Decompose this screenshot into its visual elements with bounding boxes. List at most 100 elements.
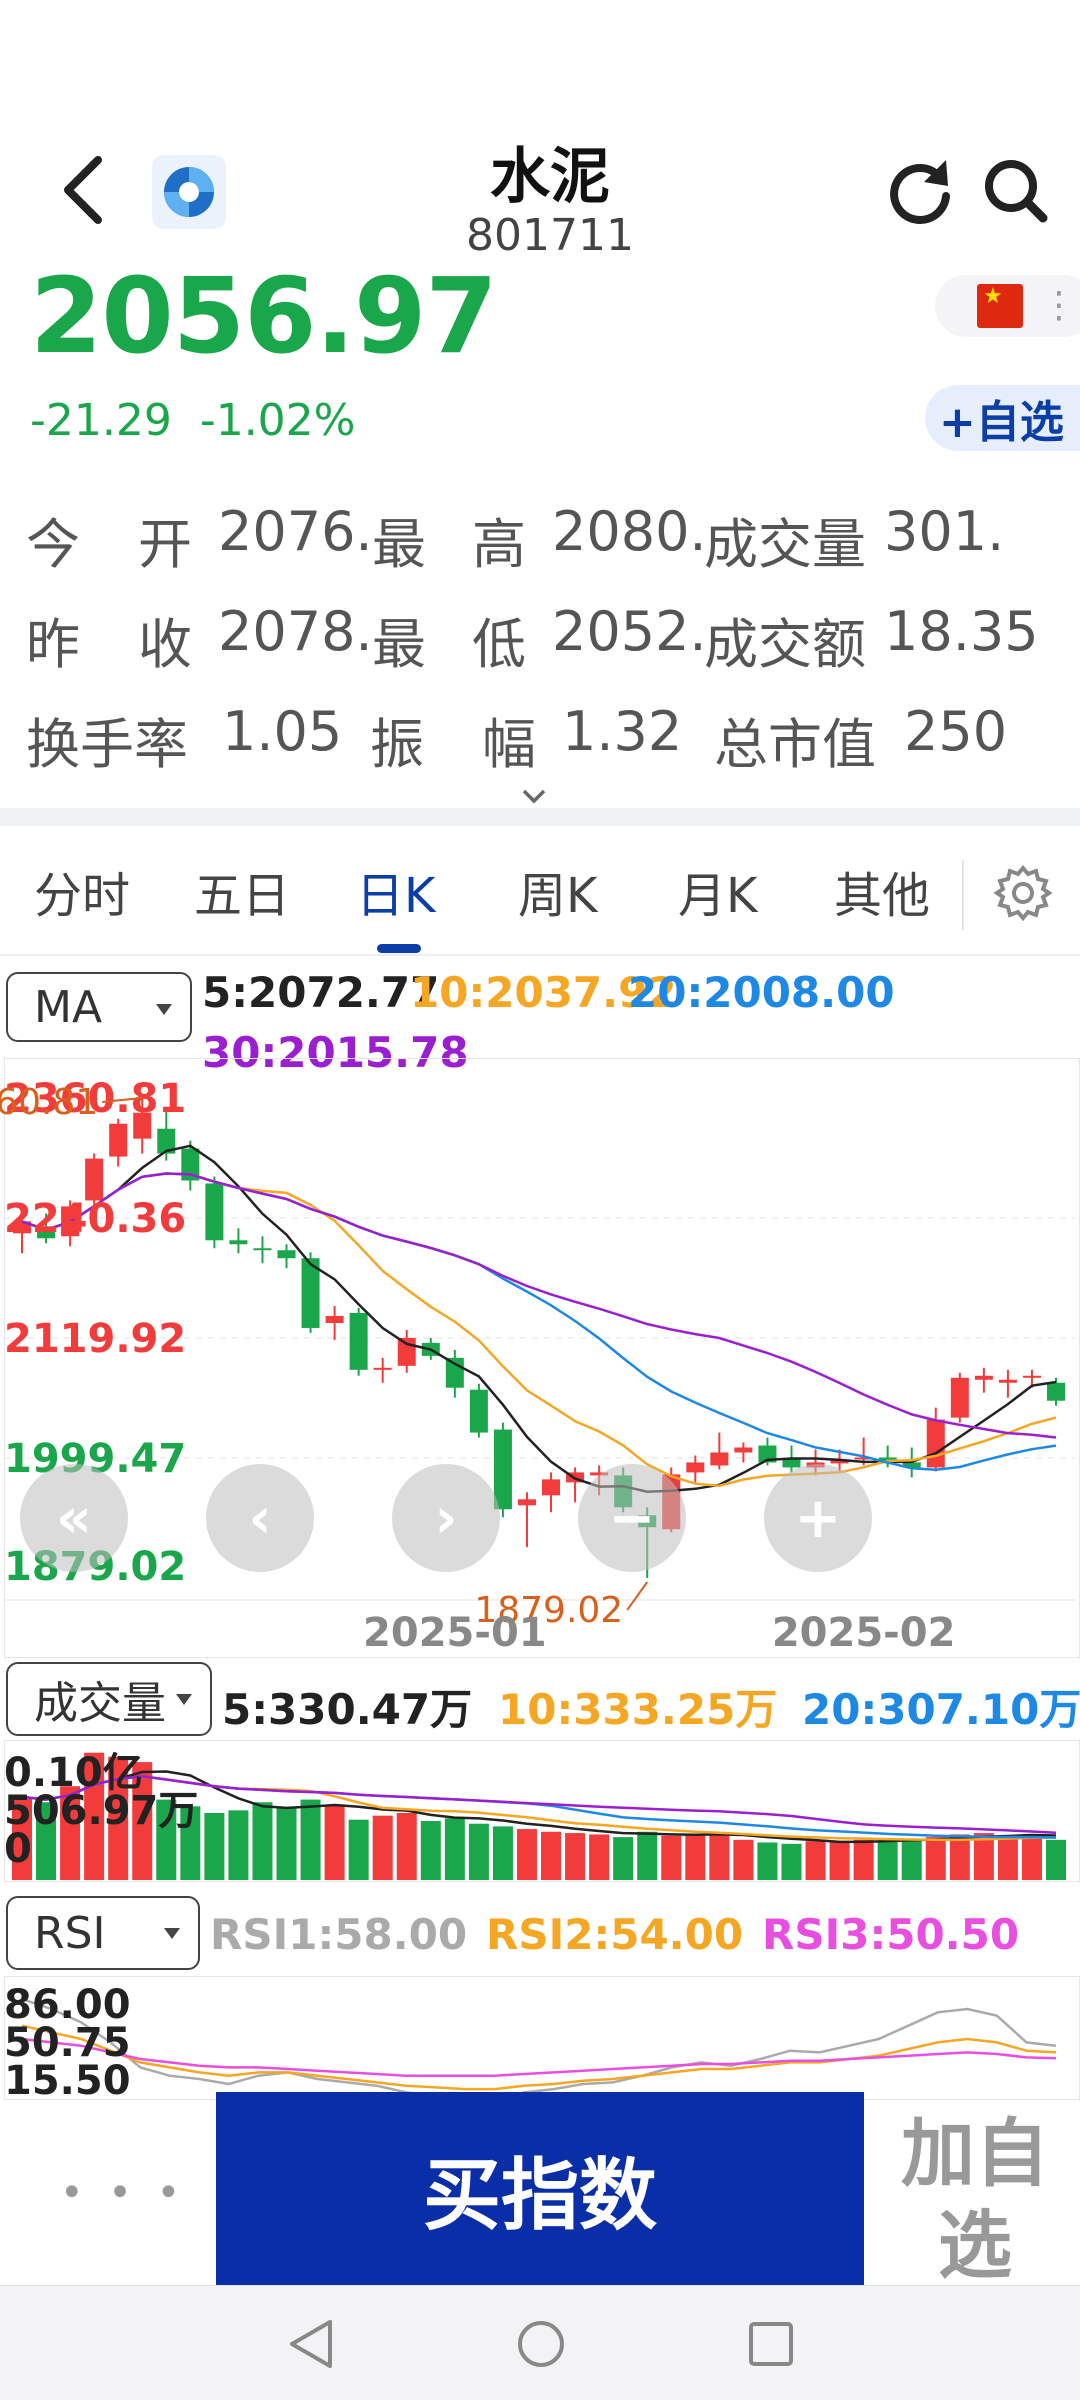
search-button[interactable]	[975, 150, 1055, 230]
more-button[interactable]: • • •	[60, 2170, 186, 2216]
stat-value: 2078.	[218, 600, 373, 663]
section-divider	[0, 808, 1080, 826]
add-favorite-button[interactable]: 加自选	[890, 2108, 1060, 2292]
minus-icon: −	[608, 1485, 656, 1551]
candle-body	[397, 1337, 416, 1366]
volume-bar	[541, 1831, 562, 1880]
volume-indicator-select[interactable]: 成交量	[6, 1662, 212, 1736]
volume-bar	[516, 1829, 537, 1880]
tab-yuek[interactable]: 月K	[678, 856, 757, 926]
volume-bar	[853, 1839, 874, 1880]
caret-down-icon	[156, 1004, 172, 1015]
tab-wuri[interactable]: 五日	[194, 856, 290, 926]
candle-body	[325, 1315, 344, 1323]
period-tabs: 分时 五日 日K 周K 月K 其他	[0, 826, 1080, 956]
rsi-select-label: RSI	[34, 1907, 106, 1959]
ma-select-label: MA	[34, 981, 103, 1033]
stat-key: 成交量	[704, 513, 866, 570]
stat-key: 总市值	[714, 713, 876, 770]
ma-indicator-select[interactable]: MA	[6, 972, 192, 1042]
volume-bar	[300, 1799, 321, 1880]
china-flag-icon	[977, 284, 1023, 328]
kline-chart[interactable]: 2360.812240.362119.921999.471879.022360.…	[0, 1058, 1080, 1658]
rsi2-label: RSI2:54.00	[486, 1910, 744, 1959]
stat-key: 最	[372, 613, 426, 670]
market-menu[interactable]: ⋮	[935, 275, 1080, 337]
stats-row-turnover: 换手率 1.05 振 幅 1.32 总市值 250	[26, 700, 1080, 770]
change-value: -21.29	[30, 395, 172, 446]
add-favorite-pill[interactable]: +自选	[925, 385, 1080, 451]
price-change: -21.29 -1.02%	[30, 395, 355, 446]
volume-bar	[637, 1831, 658, 1880]
volume-bar	[420, 1821, 441, 1880]
tab-rik[interactable]: 日K	[356, 856, 435, 926]
volume-chart[interactable]: 0.10亿506.97万0	[0, 1740, 1080, 1882]
volume-bar	[949, 1834, 970, 1880]
nav-home-icon[interactable]	[516, 2318, 566, 2370]
tab-qita[interactable]: 其他	[834, 856, 930, 926]
volume-bar	[733, 1839, 754, 1880]
candle-body	[1022, 1375, 1041, 1378]
tab-fenshi[interactable]: 分时	[34, 856, 130, 926]
zoom-in-button[interactable]: +	[764, 1464, 872, 1572]
volume-bar	[1046, 1839, 1066, 1880]
x-tick-label: 2025-02	[772, 1610, 956, 1656]
zoom-out-button[interactable]: −	[578, 1464, 686, 1572]
volume-bar	[781, 1843, 802, 1880]
page-title: 水泥	[490, 142, 610, 212]
volume-bar	[925, 1837, 946, 1880]
stat-value: 2076.	[218, 500, 373, 563]
nav-back-icon[interactable]	[286, 2318, 336, 2370]
kebab-icon: ⋮	[1041, 285, 1077, 326]
stat-value: 2080.	[552, 500, 707, 563]
stat-key: 最	[372, 513, 426, 570]
stat-key: 昨	[26, 613, 80, 670]
candle-body	[686, 1462, 705, 1473]
nav-recent-icon[interactable]	[746, 2318, 796, 2370]
chart-settings-button[interactable]	[992, 862, 1054, 924]
volume-bar	[204, 1813, 225, 1880]
scroll-right-button[interactable]: ›	[392, 1464, 500, 1572]
candle-body	[445, 1357, 464, 1388]
stats-row-close: 昨 收 2078. 最 低 2052. 成交额 18.35	[26, 600, 1080, 670]
candle-body	[373, 1367, 392, 1370]
stat-key: 成交额	[704, 613, 866, 670]
y-tick-label: 2119.92	[4, 1316, 186, 1362]
volume-bar	[685, 1834, 706, 1880]
vol-y-tick-label: 506.97万	[4, 1788, 198, 1834]
stat-value: 1.32	[562, 700, 683, 763]
volume-bar	[276, 1807, 297, 1880]
double-left-icon: «	[55, 1485, 93, 1551]
volume-bar	[1021, 1834, 1042, 1880]
rsi3-line	[21, 2037, 1057, 2077]
back-button[interactable]	[50, 150, 120, 230]
candle-body	[469, 1389, 488, 1433]
y-tick-label: 2240.36	[4, 1196, 186, 1242]
index-logo	[152, 155, 226, 229]
stat-value: 1.05	[222, 700, 343, 763]
refresh-button[interactable]	[880, 150, 960, 230]
tab-zhouk[interactable]: 周K	[518, 856, 597, 926]
gear-icon	[993, 864, 1053, 922]
volume-bar	[805, 1841, 826, 1880]
tab-separator	[962, 860, 964, 930]
buy-index-button[interactable]: 买指数	[216, 2092, 864, 2285]
candle-body	[974, 1375, 993, 1380]
stat-key: 振	[370, 713, 424, 770]
volume-bar	[877, 1838, 898, 1880]
candle-body	[253, 1248, 272, 1251]
ma20-label: 20:2008.00	[628, 968, 895, 1017]
volume-bar	[901, 1839, 922, 1880]
volume-bar	[228, 1810, 249, 1880]
x-tick-label: 2025-01	[363, 1610, 547, 1656]
candle-body	[229, 1240, 248, 1245]
rsi-chart[interactable]: 86.0050.7515.50	[0, 1976, 1080, 2100]
vol-y-tick-label: 0	[4, 1826, 32, 1872]
candle-body	[998, 1379, 1017, 1383]
scroll-left-button[interactable]: ‹	[206, 1464, 314, 1572]
low-pointer	[626, 1581, 649, 1611]
scroll-start-button[interactable]: «	[20, 1464, 128, 1572]
rsi-indicator-select[interactable]: RSI	[6, 1896, 200, 1970]
stat-key: 换手率	[26, 713, 188, 770]
search-icon	[985, 160, 1048, 223]
